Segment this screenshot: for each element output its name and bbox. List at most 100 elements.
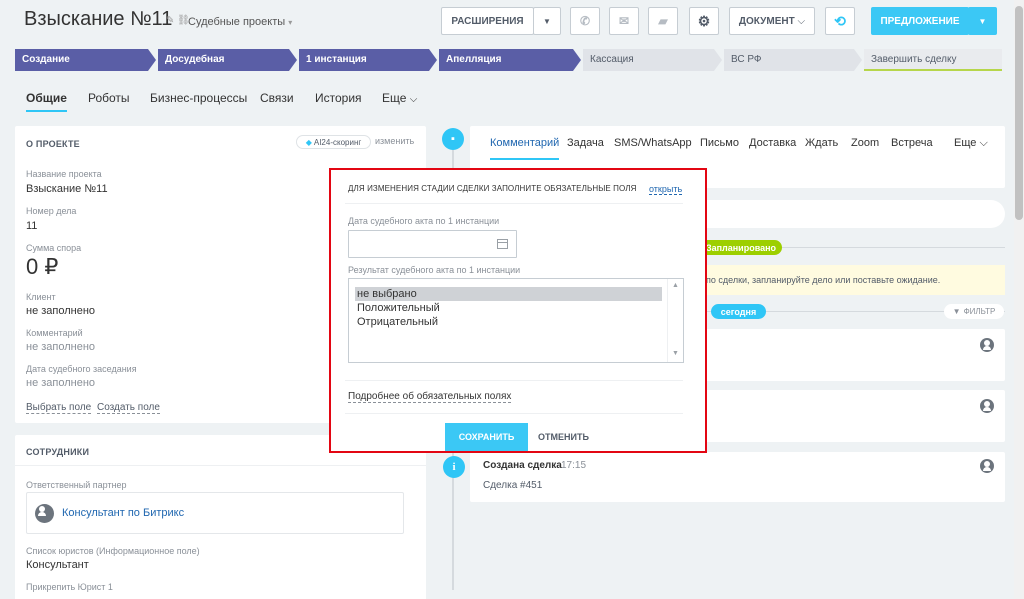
activity-tab-mail[interactable]: Письмо <box>700 137 739 149</box>
list-scrollbar[interactable]: ▲ ▼ <box>667 279 683 362</box>
ai-icon: ◆ <box>305 137 312 147</box>
field-value: не заполнено <box>26 341 96 353</box>
date-input[interactable] <box>348 230 517 258</box>
option-positive[interactable]: Положительный <box>355 301 662 315</box>
category-selector[interactable]: Судебные проекты ▾ <box>188 16 292 28</box>
stage-creation[interactable]: Создание <box>15 49 156 71</box>
field-label: Номер дела <box>26 206 77 216</box>
stage-finish-deal[interactable]: Завершить сделку <box>864 49 1002 71</box>
staff-header: СОТРУДНИКИ <box>26 447 90 457</box>
filter-icon: ▼ <box>952 307 961 316</box>
field-label: Комментарий <box>26 328 83 338</box>
activity-tab-more[interactable]: Еще ⌵ <box>954 137 988 150</box>
author-avatar-icon[interactable] <box>980 338 994 352</box>
comment-icon: ▪ <box>442 128 464 150</box>
offer-dropdown-arrow-icon[interactable]: ▼ <box>968 7 997 35</box>
field-label: Дата судебного заседания <box>26 364 137 374</box>
cancel-button[interactable]: ОТМЕНИТЬ <box>538 432 589 442</box>
document-label: ДОКУМЕНТ <box>738 15 795 27</box>
create-field-link[interactable]: Создать поле <box>97 402 160 414</box>
field-value: не заполнено <box>26 305 96 317</box>
tab-robots[interactable]: Роботы <box>88 91 130 105</box>
field-value: не заполнено <box>26 377 96 389</box>
result-select-list[interactable]: не выбрано Положительный Отрицательный ▲… <box>348 278 684 363</box>
filter-label: ФИЛЬТР <box>963 307 996 316</box>
chevron-down-icon: ⌵ <box>979 137 988 149</box>
save-button[interactable]: СОХРАНИТЬ <box>445 423 528 451</box>
scroll-up-icon[interactable]: ▲ <box>672 282 679 289</box>
chevron-down-icon: ▾ <box>288 18 293 27</box>
activity-tab-meeting[interactable]: Встреча <box>891 137 933 149</box>
extensions-dropdown-arrow-icon[interactable]: ▼ <box>533 7 561 35</box>
stage-appeal[interactable]: Апелляция <box>439 49 581 71</box>
offer-button[interactable]: ПРЕДЛОЖЕНИЕ <box>871 7 969 35</box>
author-avatar-icon[interactable] <box>980 459 994 473</box>
field-label: Клиент <box>26 292 56 302</box>
activity-tab-task[interactable]: Задача <box>567 137 604 149</box>
divider <box>345 413 683 414</box>
planned-badge: Запланировано <box>700 240 782 255</box>
page-title: Взыскание №11 <box>24 8 173 30</box>
phone-icon[interactable]: ✆ <box>570 7 600 35</box>
edit-pencil-icon[interactable]: ✎ ⛓ <box>166 15 190 26</box>
stage-first-instance[interactable]: 1 инстанция <box>299 49 437 71</box>
chevron-down-icon: ⌵ <box>797 15 806 27</box>
activity-tab-more-label: Еще <box>954 137 977 149</box>
page-scrollbar-thumb[interactable] <box>1015 6 1023 220</box>
attach-lawyer-label: Прикрепить Юрист 1 <box>26 582 113 592</box>
tab-more[interactable]: Еще ⌵ <box>382 91 417 105</box>
activity-tab-delivery[interactable]: Доставка <box>749 137 796 149</box>
option-not-selected[interactable]: не выбрано <box>355 287 662 301</box>
required-fields-modal: ДЛЯ ИЗМЕНЕНИЯ СТАДИИ СДЕЛКИ ЗАПОЛНИТЕ ОБ… <box>329 168 707 453</box>
activity-tab-wait[interactable]: Ждать <box>805 137 838 149</box>
option-negative[interactable]: Отрицательный <box>355 315 662 329</box>
divider <box>345 203 683 204</box>
extensions-button[interactable]: РАСШИРЕНИЯ <box>441 7 534 35</box>
tab-general[interactable]: Общие <box>26 91 67 112</box>
divider <box>15 465 426 466</box>
modal-header: ДЛЯ ИЗМЕНЕНИЯ СТАДИИ СДЕЛКИ ЗАПОЛНИТЕ ОБ… <box>348 184 637 193</box>
field-label: Название проекта <box>26 169 102 179</box>
required-fields-info-link[interactable]: Подробнее об обязательных полях <box>348 391 512 403</box>
modal-open-link[interactable]: открыть <box>649 184 683 195</box>
partner-label: Ответственный партнер <box>26 480 127 490</box>
lawyers-label: Список юристов (Информационное поле) <box>26 546 200 556</box>
chevron-down-icon: ⌵ <box>409 94 418 105</box>
filter-button[interactable]: ▼ ФИЛЬТР <box>944 304 1004 319</box>
partner-name[interactable]: Консультант по Битрикс <box>62 507 184 519</box>
tab-business-processes[interactable]: Бизнес-процессы <box>150 91 247 105</box>
field-label: Сумма спора <box>26 243 82 253</box>
tab-links[interactable]: Связи <box>260 91 294 105</box>
created-time: 17:15 <box>561 460 587 471</box>
ai-scoring-label: AI24-скоринг <box>313 137 362 147</box>
created-sub: Сделка #451 <box>483 480 543 491</box>
activity-tab-sms[interactable]: SMS/WhatsApp <box>614 137 692 149</box>
field-value: 11 <box>26 220 38 232</box>
divider <box>345 380 683 381</box>
document-button[interactable]: ДОКУМЕНТ ⌵ <box>729 7 815 35</box>
stage-supreme-court[interactable]: ВС РФ <box>724 49 862 71</box>
created-title: Создана сделка <box>483 460 562 471</box>
activity-tab-comment[interactable]: Комментарий <box>490 137 560 160</box>
info-icon: i <box>443 456 465 478</box>
lawyers-value: Консультант <box>26 559 89 571</box>
ai-scoring-badge[interactable]: ◆ AI24-скоринг <box>296 135 371 149</box>
tab-history[interactable]: История <box>315 91 362 105</box>
amount-value: 0 ₽ <box>26 254 59 279</box>
edit-link[interactable]: изменить <box>375 136 414 146</box>
about-header: О ПРОЕКТЕ <box>26 139 80 149</box>
date-field-label: Дата судебного акта по 1 инстанции <box>348 216 500 226</box>
activity-tab-zoom[interactable]: Zoom <box>851 137 879 149</box>
gear-icon[interactable]: ⚙ <box>689 7 719 35</box>
author-avatar-icon[interactable] <box>980 399 994 413</box>
chat-icon[interactable]: ▰ <box>648 7 678 35</box>
planned-hint-text: по сделки, запланируйте дело или поставь… <box>706 275 941 285</box>
sync-icon[interactable]: ⟲ <box>825 7 855 35</box>
stage-cassation[interactable]: Кассация <box>583 49 722 71</box>
scroll-down-icon[interactable]: ▼ <box>672 350 679 357</box>
mail-icon[interactable]: ✉ <box>609 7 639 35</box>
stage-pretrial[interactable]: Досудебная <box>158 49 297 71</box>
avatar-icon <box>35 504 54 523</box>
calendar-icon[interactable] <box>497 239 508 249</box>
choose-field-link[interactable]: Выбрать поле <box>26 402 92 414</box>
